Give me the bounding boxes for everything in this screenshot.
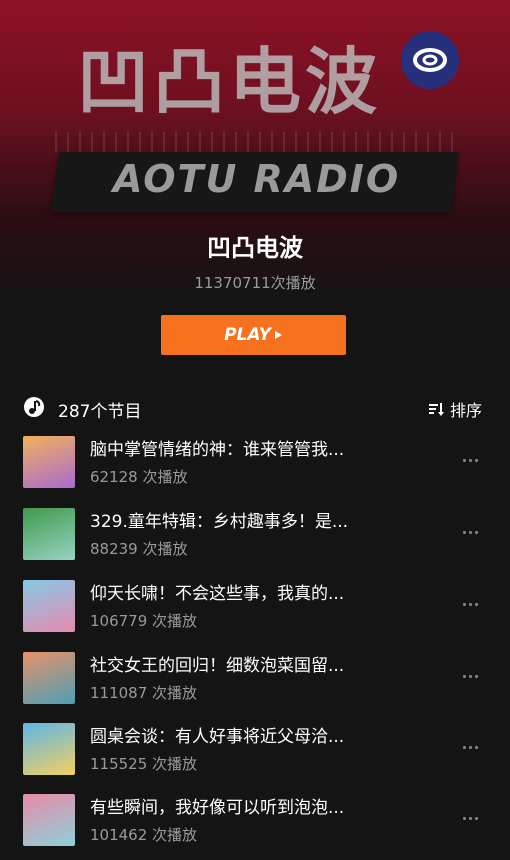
episode-title: 仰天长啸！不会这些事，我真的... — [90, 584, 345, 604]
more-options-icon[interactable] — [456, 664, 484, 688]
episode-count: 287个节目 — [58, 402, 142, 422]
episode-plays: 62128 次播放 — [90, 468, 188, 486]
episode-item[interactable]: 329.童年特辑：乡村趣事多！是... 88239 次播放 — [0, 506, 510, 574]
episode-item[interactable]: 仰天长啸！不会这些事，我真的... 106779 次播放 — [0, 578, 510, 646]
page-title: 凹凸电波 — [207, 234, 303, 262]
more-options-icon[interactable] — [456, 592, 484, 616]
episode-title: 社交女王的回归！细数泡菜国留... — [90, 656, 345, 676]
more-options-icon[interactable] — [456, 735, 484, 759]
logo-cn-text: 凹凸电波 — [77, 40, 382, 124]
play-button[interactable]: PLAY — [161, 315, 346, 355]
episode-item[interactable]: 社交女王的回归！细数泡菜国留... 111087 次播放 — [0, 650, 510, 718]
episode-title: 脑中掌管情绪的神：谁来管管我... — [90, 440, 345, 460]
list-header: 287个节目 排序 — [0, 391, 510, 423]
episode-plays: 115525 次播放 — [90, 755, 198, 773]
episode-plays: 111087 次播放 — [90, 684, 198, 702]
logo-stripes — [55, 132, 455, 152]
episode-thumbnail — [23, 652, 75, 704]
logo-artwork: 凹凸电波 AOTU RADIO — [50, 40, 460, 230]
sort-label: 排序 — [449, 401, 482, 420]
episode-item[interactable]: 有些瞬间，我好像可以听到泡泡... 101462 次播放 — [0, 792, 510, 860]
episode-plays: 88239 次播放 — [90, 540, 188, 558]
episode-thumbnail — [23, 723, 75, 775]
episode-plays: 101462 次播放 — [90, 826, 198, 844]
episode-thumbnail — [23, 508, 75, 560]
hero-banner: 凹凸电波 AOTU RADIO 凹凸电波 11370711次播放 — [0, 0, 510, 300]
sort-icon — [428, 403, 444, 416]
ring-logo-icon — [401, 31, 459, 89]
more-options-icon[interactable] — [456, 520, 484, 544]
total-plays: 11370711次播放 — [194, 274, 316, 292]
play-label: PLAY — [224, 325, 271, 345]
logo-en-text: AOTU RADIO — [113, 157, 401, 201]
episode-plays: 106779 次播放 — [90, 612, 198, 630]
episode-item[interactable]: 脑中掌管情绪的神：谁来管管我... 62128 次播放 — [0, 434, 510, 502]
episode-title: 圆桌会谈：有人好事将近父母洽... — [90, 727, 345, 747]
more-options-icon[interactable] — [456, 806, 484, 830]
episode-thumbnail — [23, 436, 75, 488]
episode-thumbnail — [23, 794, 75, 846]
more-options-icon[interactable] — [456, 448, 484, 472]
episode-title: 有些瞬间，我好像可以听到泡泡... — [90, 798, 345, 818]
episode-thumbnail — [23, 580, 75, 632]
episode-item[interactable]: 圆桌会谈：有人好事将近父母洽... 115525 次播放 — [0, 721, 510, 789]
episode-title: 329.童年特辑：乡村趣事多！是... — [90, 512, 349, 532]
sort-button[interactable]: 排序 — [428, 397, 482, 421]
play-arrow-icon — [274, 331, 282, 339]
music-note-icon — [24, 397, 44, 417]
